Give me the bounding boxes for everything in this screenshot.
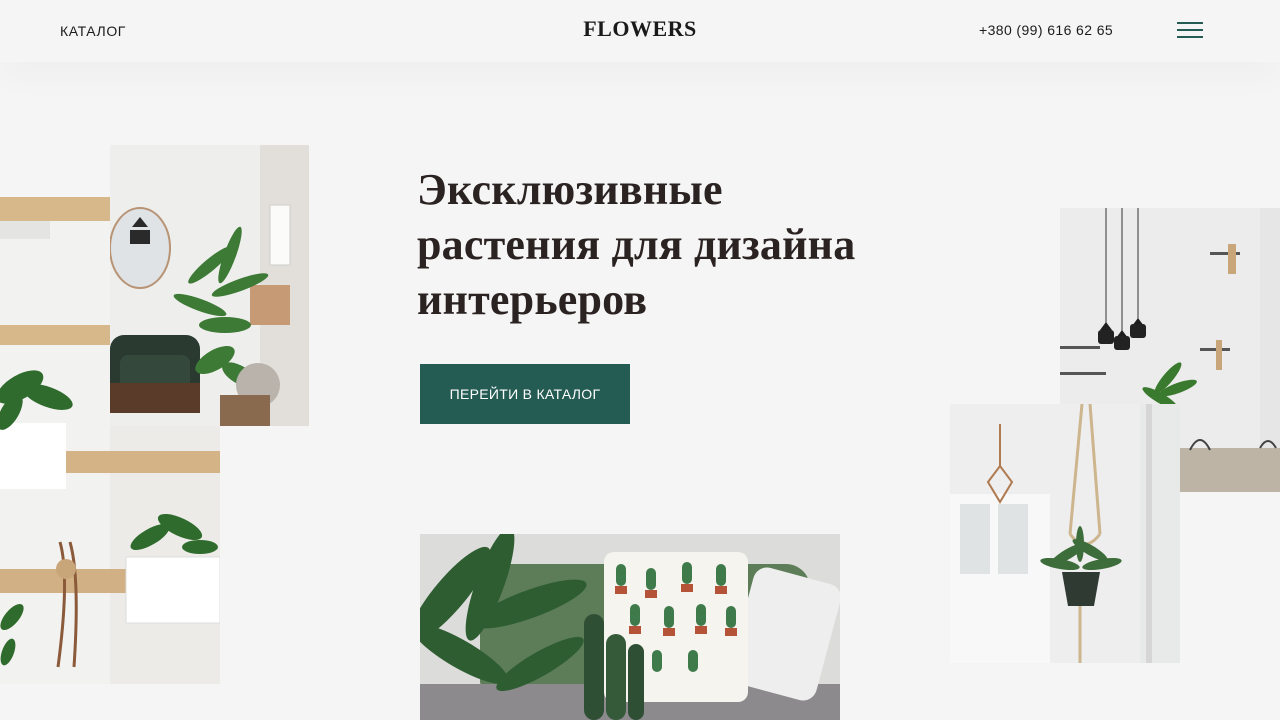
burger-menu-icon[interactable] xyxy=(1177,20,1203,40)
hero-title-line: Эксклюзивные xyxy=(417,165,723,214)
interior-mirror-armchair-photo xyxy=(110,145,309,426)
go-to-catalog-button[interactable]: ПЕРЕЙТИ В КАТАЛОГ xyxy=(420,364,630,424)
hero-title-line: растения для дизайна xyxy=(417,220,856,269)
site-header: КАТАЛОГ FLOWERS +380 (99) 616 62 65 xyxy=(0,0,1280,62)
phone-link[interactable]: +380 (99) 616 62 65 xyxy=(979,22,1113,38)
nav-catalog-link[interactable]: КАТАЛОГ xyxy=(60,23,126,39)
macrame-hanging-planter-photo xyxy=(950,404,1180,663)
hero-title-line: интерьеров xyxy=(417,275,648,324)
hero-title: Эксклюзивные растения для дизайна интерь… xyxy=(417,162,937,327)
sofa-cactus-pillow-photo xyxy=(420,534,840,720)
